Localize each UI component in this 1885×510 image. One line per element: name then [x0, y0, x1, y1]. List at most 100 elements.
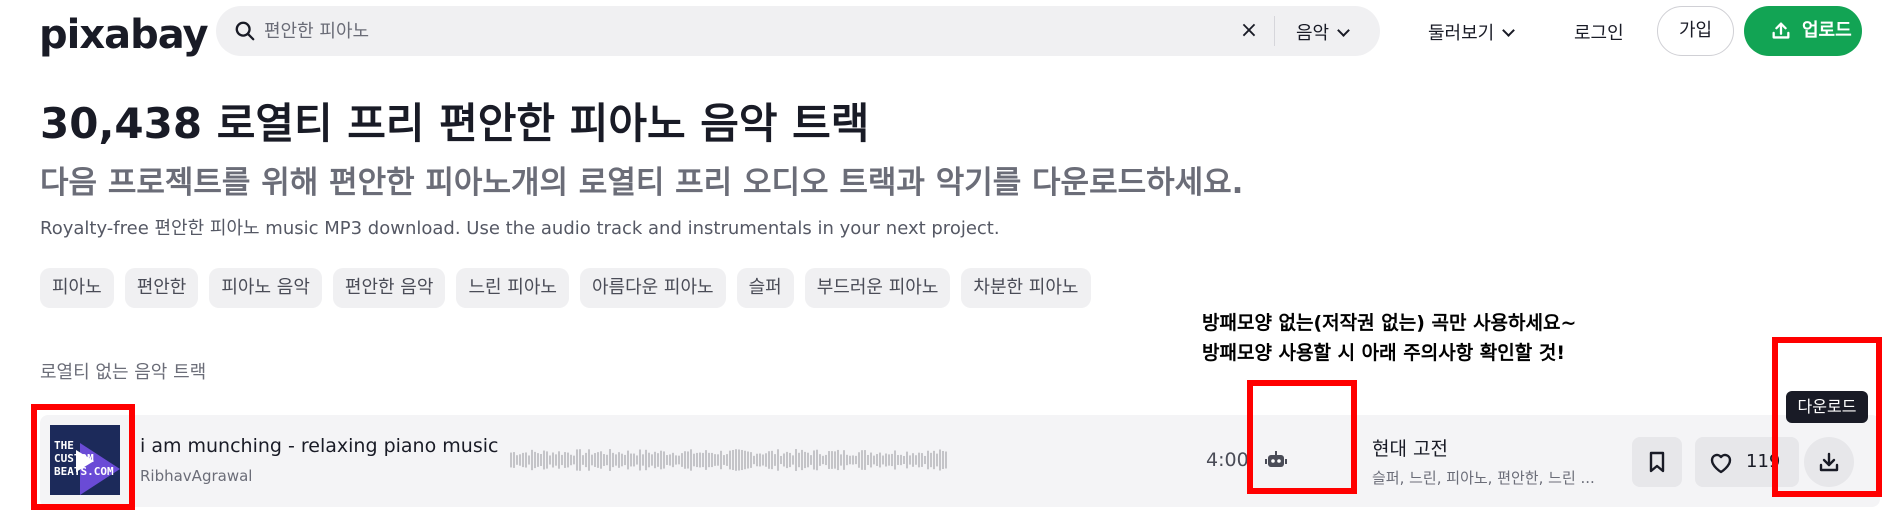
waveform-bar: [774, 454, 776, 466]
tag-chip[interactable]: 피아노: [40, 268, 114, 308]
waveform-bar: [675, 455, 677, 465]
waveform-bar: [741, 449, 743, 471]
waveform-bar: [648, 452, 650, 468]
waveform-bar: [558, 451, 560, 469]
waveform-bar: [582, 455, 584, 465]
download-tooltip: 다운로드: [1786, 391, 1868, 423]
robot-icon: [1265, 451, 1287, 467]
tag-chip[interactable]: 편안한: [124, 268, 199, 308]
waveform-bar: [804, 451, 806, 469]
waveform-bar: [585, 452, 587, 468]
pixabay-logo[interactable]: pixabay: [39, 12, 209, 58]
waveform-bar: [879, 452, 881, 468]
search-category-dropdown[interactable]: 음악: [1296, 19, 1350, 45]
tag-chip[interactable]: 부드러운 피아노: [804, 268, 951, 308]
section-label: 로열티 없는 음악 트랙: [40, 362, 207, 383]
waveform-bar: [765, 453, 767, 467]
waveform-bar: [930, 452, 932, 468]
waveform-bar: [813, 450, 815, 470]
search-input[interactable]: [264, 14, 1164, 48]
tag-chip[interactable]: 편안한 음악: [332, 268, 446, 308]
waveform-bar: [891, 453, 893, 467]
waveform-bar: [789, 452, 791, 468]
chevron-down-icon: [1337, 24, 1350, 37]
download-button[interactable]: [1804, 437, 1854, 487]
waveform-bar: [621, 453, 623, 467]
chevron-down-icon: [1502, 24, 1516, 37]
waveform-bar: [633, 453, 635, 467]
waveform-bar: [846, 454, 848, 466]
explore-menu[interactable]: 둘러보기: [1428, 19, 1516, 45]
heart-icon: [1710, 453, 1732, 474]
waveform-bar: [657, 453, 659, 467]
upload-button[interactable]: 업로드: [1744, 6, 1862, 56]
waveform-bar: [687, 451, 689, 469]
tag-chip[interactable]: 느린 피아노: [456, 268, 569, 308]
waveform-bar: [681, 453, 683, 467]
waveform-bar: [642, 454, 644, 466]
page-subtitle: 다음 프로젝트를 위해 편안한 피아노개의 로열티 프리 오디오 트랙과 악기를…: [40, 165, 1244, 201]
waveform-bar: [693, 453, 695, 467]
tag-chip[interactable]: 슬퍼: [736, 268, 794, 308]
waveform-bar: [843, 450, 845, 470]
waveform-bar: [513, 452, 515, 468]
tag-chip[interactable]: 아름다운 피아노: [579, 268, 726, 308]
waveform-bar: [651, 454, 653, 466]
waveform-bar: [636, 455, 638, 465]
waveform-bar: [909, 455, 911, 465]
waveform-bar: [768, 451, 770, 469]
play-icon: [76, 450, 94, 472]
waveform-bar: [600, 451, 602, 469]
track-artist[interactable]: RibhavAgrawal: [140, 467, 252, 485]
waveform-bar: [822, 455, 824, 465]
waveform-bar: [624, 454, 626, 466]
waveform-bar: [900, 454, 902, 466]
tag-chip[interactable]: 피아노 음악: [209, 268, 322, 308]
waveform-bar: [867, 454, 869, 466]
waveform-bar: [606, 454, 608, 466]
waveform-bar: [936, 453, 938, 467]
join-button[interactable]: 가입: [1657, 6, 1734, 56]
waveform-bar: [837, 449, 839, 471]
waveform-bar: [861, 450, 863, 470]
annotation-note: 방패모양 없는(저작권 없는) 곡만 사용하세요~ 방패모양 사용할 시 아래 …: [1202, 308, 1576, 368]
waveform[interactable]: [510, 445, 950, 475]
waveform-bar: [510, 452, 512, 468]
waveform-bar: [549, 455, 551, 465]
waveform-bar: [756, 453, 758, 467]
waveform-bar: [618, 452, 620, 468]
waveform-bar: [831, 451, 833, 469]
waveform-bar: [852, 455, 854, 465]
waveform-bar: [594, 453, 596, 467]
waveform-bar: [816, 449, 818, 471]
waveform-bar: [915, 455, 917, 465]
tag-chip[interactable]: 차분한 피아노: [961, 268, 1091, 308]
waveform-bar: [825, 454, 827, 466]
waveform-bar: [630, 453, 632, 467]
track-row[interactable]: THE CUSTOM BEATS.COM i am munching - relax…: [40, 415, 1880, 507]
waveform-bar: [924, 455, 926, 465]
waveform-bar: [714, 454, 716, 466]
waveform-bar: [750, 452, 752, 468]
waveform-bar: [798, 452, 800, 468]
search-category-label: 음악: [1296, 23, 1330, 44]
login-link[interactable]: 로그인: [1574, 19, 1624, 45]
waveform-bar: [945, 451, 947, 469]
waveform-bar: [897, 455, 899, 465]
like-button[interactable]: 119: [1695, 437, 1799, 487]
waveform-bar: [735, 449, 737, 471]
track-title[interactable]: i am munching - relaxing piano music: [140, 435, 498, 457]
bookmark-button[interactable]: [1632, 437, 1682, 487]
waveform-bar: [654, 451, 656, 469]
waveform-bar: [543, 450, 545, 470]
waveform-bar: [810, 455, 812, 465]
waveform-bar: [540, 454, 542, 466]
waveform-bar: [573, 455, 575, 465]
track-thumbnail-play[interactable]: THE CUSTOM BEATS.COM: [50, 425, 120, 495]
annotation-line-2: 방패모양 사용할 시 아래 주의사항 확인할 것!: [1202, 342, 1565, 364]
page-title: 30,438 로열티 프리 편안한 피아노 음악 트랙: [40, 99, 870, 148]
waveform-bar: [609, 449, 611, 471]
close-icon[interactable]: ×: [1238, 20, 1260, 42]
waveform-bar: [603, 454, 605, 466]
track-genre[interactable]: 현대 고전: [1372, 434, 1448, 461]
